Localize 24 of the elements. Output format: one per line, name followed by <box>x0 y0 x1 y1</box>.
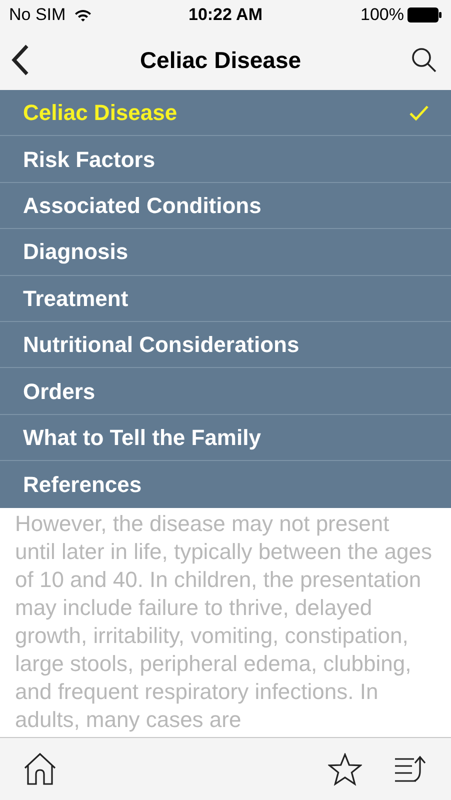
menu-item[interactable]: Orders <box>0 368 451 415</box>
search-icon <box>411 47 437 73</box>
screen-title: Celiac Disease <box>140 46 302 75</box>
home-button[interactable] <box>22 751 58 787</box>
menu-item[interactable]: References <box>0 461 451 508</box>
back-icon <box>10 44 30 76</box>
favorite-button[interactable] <box>327 751 363 787</box>
article-text: However, the disease may not present until later in life, typically between the ages of 10 and 40. In children, the presentation may include failure to thrive, delayed growth, irritability, vomiting, constipation, large stools, peripheral edema, clubbing, and frequent respiratory infections. In adults, many cases are <box>15 510 433 734</box>
wifi-icon <box>74 8 92 22</box>
star-icon <box>328 752 362 786</box>
home-icon <box>23 752 57 786</box>
battery-label: 100% <box>360 4 404 26</box>
menu-item[interactable]: Nutritional Considerations <box>0 322 451 368</box>
menu-item[interactable]: What to Tell the Family <box>0 414 451 462</box>
menu-item[interactable]: Risk Factors <box>0 136 451 183</box>
battery-icon <box>406 7 442 23</box>
contents-icon <box>394 753 428 785</box>
menu-item[interactable]: Associated Conditions <box>0 182 451 230</box>
checkmark-icon <box>409 104 429 121</box>
menu-item[interactable]: Diagnosis <box>0 229 451 276</box>
menu-item[interactable]: Celiac Disease <box>0 90 451 136</box>
carrier-label: No SIM <box>9 4 66 26</box>
time-label: 10:22 AM <box>188 4 262 26</box>
menu-item[interactable]: Treatment <box>0 276 451 322</box>
